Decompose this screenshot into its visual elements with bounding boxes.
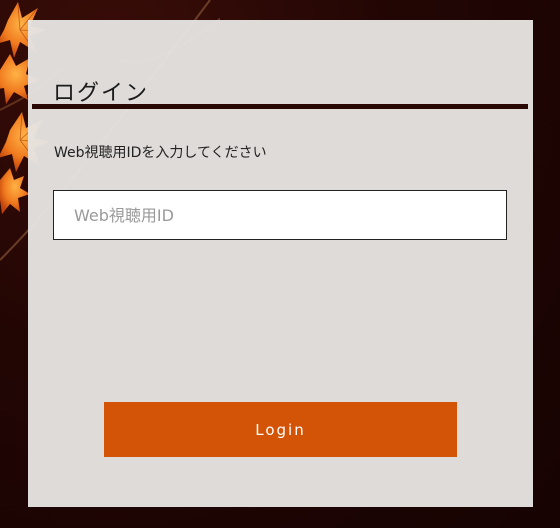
page-title: ログイン — [53, 81, 150, 106]
login-panel: ログイン Web視聴用IDを入力してください Login — [28, 20, 533, 507]
login-button[interactable]: Login — [104, 402, 457, 457]
id-instruction-text: Web視聴用IDを入力してください — [54, 145, 267, 161]
web-viewing-id-input[interactable] — [53, 190, 507, 240]
login-screen: ログイン Web視聴用IDを入力してください Login — [0, 0, 560, 528]
title-divider — [32, 104, 528, 109]
